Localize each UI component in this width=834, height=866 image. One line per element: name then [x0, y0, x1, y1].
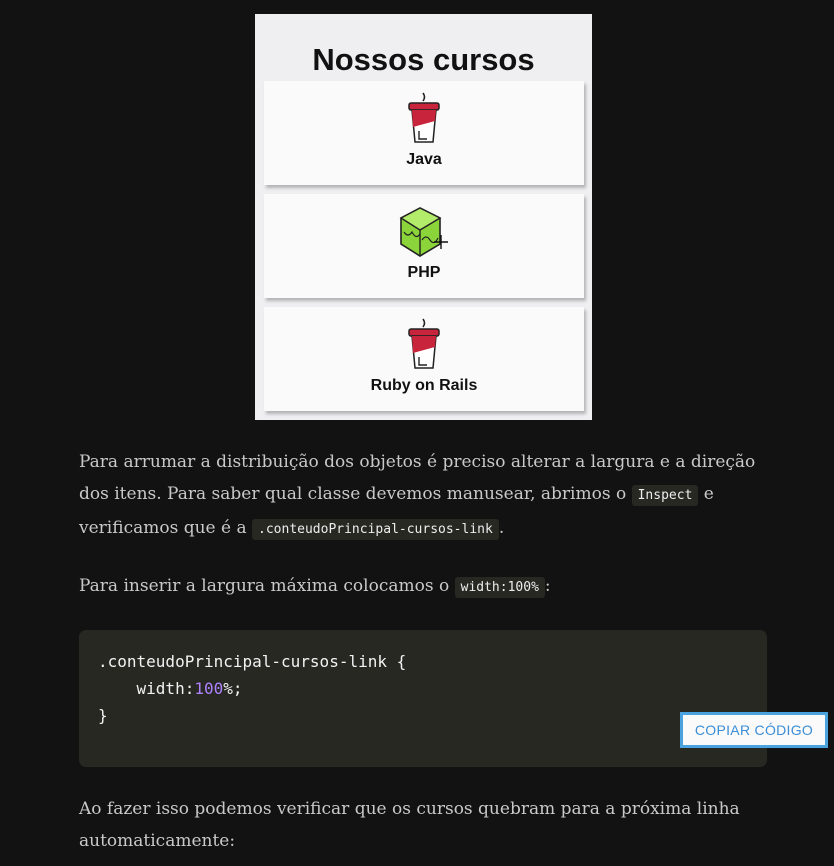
course-label-ruby: Ruby on Rails [370, 377, 478, 394]
cup-icon [408, 318, 440, 369]
paragraph-distribution: Para arrumar a distribuição dos objetos … [79, 446, 759, 546]
courses-screenshot: Nossos cursos Java PHP Ruby on Rails [255, 14, 592, 420]
paragraph-text: . [498, 518, 505, 538]
cup-icon [408, 92, 440, 143]
course-card-php: PHP [264, 194, 584, 298]
code-line-unit: %; [223, 679, 243, 698]
course-label-php: PHP [407, 264, 441, 281]
course-card-java: Java [264, 81, 584, 185]
code-line-property: width: [98, 679, 195, 698]
code-block: .conteudoPrincipal-cursos-link { width:1… [79, 630, 828, 767]
paragraph-width: Para inserir a largura máxima colocamos … [79, 570, 759, 604]
paragraph-text: Para inserir a largura máxima colocamos … [79, 576, 455, 596]
cube-icon [399, 207, 448, 257]
code-line-selector: .conteudoPrincipal-cursos-link { [98, 652, 407, 671]
paragraph-text: : [544, 576, 551, 596]
code-line-close: } [98, 706, 108, 725]
inline-code-width: width:100% [454, 577, 545, 598]
code-content: .conteudoPrincipal-cursos-link { width:1… [98, 648, 406, 729]
figure-title: Nossos cursos [312, 42, 535, 77]
paragraph-result: Ao fazer isso podemos verificar que os c… [79, 799, 740, 851]
course-card-ruby: Ruby on Rails [264, 307, 584, 411]
inline-code-class: .conteudoPrincipal-cursos-link [252, 519, 499, 540]
copy-code-button[interactable]: COPIAR CÓDIGO [680, 712, 828, 748]
code-number: 100 [194, 679, 224, 698]
course-label-java: Java [406, 151, 442, 168]
inline-code-inspect: Inspect [631, 485, 699, 506]
